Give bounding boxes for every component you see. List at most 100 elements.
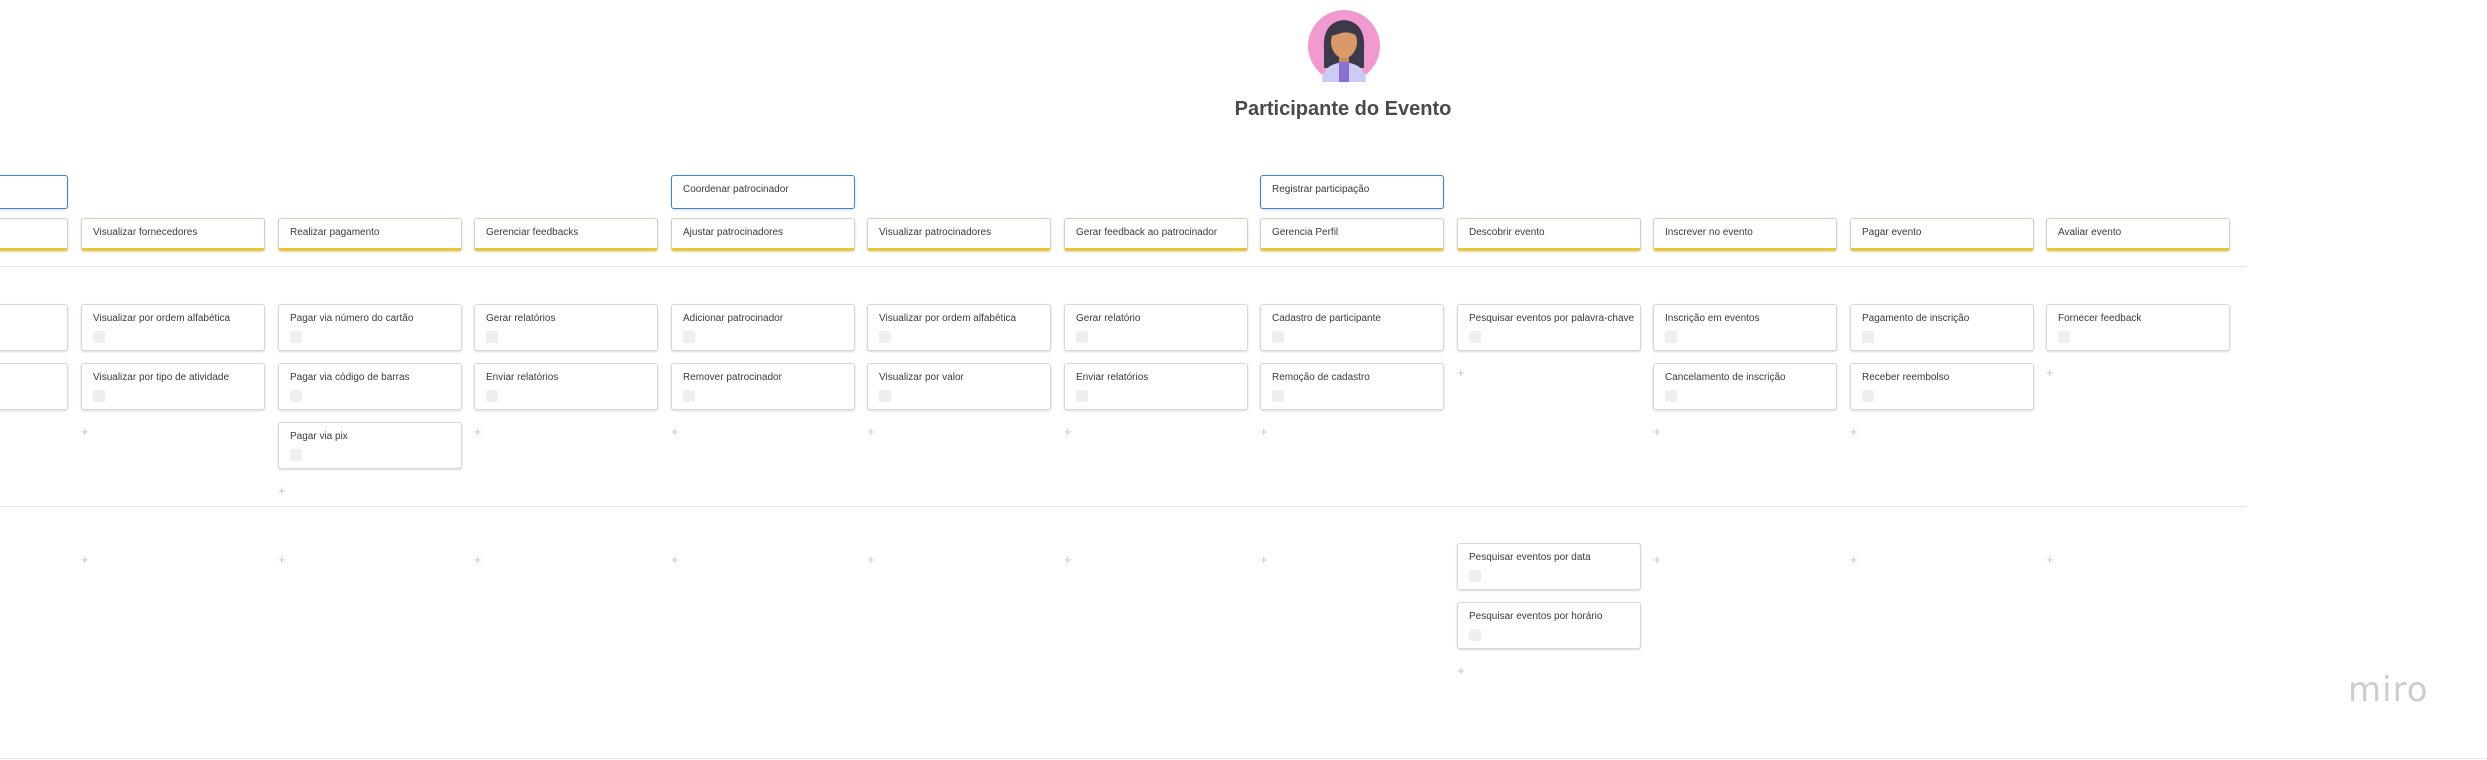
task-card[interactable]: Gerar relatórios [474, 304, 658, 351]
checkbox[interactable] [93, 390, 105, 402]
checkbox[interactable] [1469, 331, 1481, 343]
checkbox[interactable] [486, 331, 498, 343]
add-card-icon[interactable]: + [1850, 553, 1858, 566]
checkbox[interactable] [1862, 390, 1874, 402]
step-card[interactable] [0, 218, 68, 251]
step-card[interactable]: Gerencia Perfil [1260, 218, 1444, 251]
add-card-icon[interactable]: + [1850, 425, 1858, 438]
step-label: Pagar evento [1862, 227, 1922, 238]
task-card[interactable]: Pesquisar eventos por data [1457, 543, 1641, 590]
step-label: Ajustar patrocinadores [683, 227, 784, 238]
task-card[interactable]: Pagamento de inscrição [1850, 304, 2034, 351]
task-label: Pesquisar eventos por horário [1469, 611, 1603, 622]
task-card[interactable]: Pesquisar eventos por palavra-chave [1457, 304, 1641, 351]
activity-label: Coordenar patrocinador [683, 184, 789, 195]
checkbox[interactable] [290, 449, 302, 461]
checkbox[interactable] [683, 390, 695, 402]
task-card[interactable]: Adicionar patrocinador [671, 304, 855, 351]
add-card-icon[interactable]: + [1457, 664, 1465, 677]
add-card-icon[interactable]: + [1653, 553, 1661, 566]
task-card[interactable]: Remoção de cadastro [1260, 363, 1444, 410]
add-card-icon[interactable]: + [671, 553, 679, 566]
step-label: Avaliar evento [2058, 227, 2122, 238]
task-card[interactable]: Pesquisar eventos por horário [1457, 602, 1641, 649]
checkbox[interactable] [2058, 331, 2070, 343]
add-card-icon[interactable]: + [1064, 425, 1072, 438]
add-card-icon[interactable]: + [278, 553, 286, 566]
task-card[interactable]: Pagar via código de barras [278, 363, 462, 410]
add-card-icon[interactable]: + [1457, 366, 1465, 379]
task-card[interactable]: Enviar relatórios [1064, 363, 1248, 410]
checkbox[interactable] [1469, 570, 1481, 582]
add-card-icon[interactable]: + [2046, 366, 2054, 379]
task-label: Visualizar por ordem alfabética [879, 313, 1017, 324]
task-card[interactable]: Inscrição em eventos [1653, 304, 1837, 351]
task-label: Inscrição em eventos [1665, 313, 1760, 324]
step-card[interactable]: Ajustar patrocinadores [671, 218, 855, 251]
task-label: Pesquisar eventos por data [1469, 552, 1591, 563]
task-card[interactable] [0, 304, 68, 351]
step-card[interactable]: Gerenciar feedbacks [474, 218, 658, 251]
activity-card[interactable] [0, 175, 68, 209]
checkbox[interactable] [879, 390, 891, 402]
checkbox[interactable] [1665, 390, 1677, 402]
checkbox[interactable] [93, 331, 105, 343]
checkbox[interactable] [290, 390, 302, 402]
checkbox[interactable] [486, 390, 498, 402]
step-card[interactable]: Realizar pagamento [278, 218, 462, 251]
add-card-icon[interactable]: + [867, 425, 875, 438]
task-card[interactable]: Pagar via pix [278, 422, 462, 469]
activity-card[interactable]: Registrar participação [1260, 175, 1444, 209]
task-label: Pagar via pix [290, 431, 348, 442]
step-card[interactable]: Visualizar patrocinadores [867, 218, 1051, 251]
checkbox[interactable] [1076, 331, 1088, 343]
checkbox[interactable] [683, 331, 695, 343]
step-card[interactable]: Descobrir evento [1457, 218, 1641, 251]
add-card-icon[interactable]: + [1260, 425, 1268, 438]
add-card-icon[interactable]: + [1653, 425, 1661, 438]
add-card-icon[interactable]: + [2046, 553, 2054, 566]
checkbox[interactable] [290, 331, 302, 343]
task-card[interactable]: Receber reembolso [1850, 363, 2034, 410]
checkbox[interactable] [1272, 390, 1284, 402]
task-card[interactable]: Visualizar por ordem alfabética [867, 304, 1051, 351]
task-card[interactable]: Pagar via número do cartão [278, 304, 462, 351]
add-card-icon[interactable]: + [81, 425, 89, 438]
task-card[interactable]: Visualizar por valor [867, 363, 1051, 410]
add-card-icon[interactable]: + [1064, 553, 1072, 566]
add-card-icon[interactable]: + [1260, 553, 1268, 566]
step-card[interactable]: Inscrever no evento [1653, 218, 1837, 251]
add-card-icon[interactable]: + [474, 425, 482, 438]
task-card[interactable]: Visualizar por tipo de atividade [81, 363, 265, 410]
add-card-icon[interactable]: + [867, 553, 875, 566]
task-card[interactable]: Cadastro de participante [1260, 304, 1444, 351]
step-card[interactable]: Visualizar fornecedores [81, 218, 265, 251]
add-card-icon[interactable]: + [671, 425, 679, 438]
task-label: Enviar relatórios [486, 372, 559, 383]
add-card-icon[interactable]: + [278, 484, 286, 497]
checkbox[interactable] [1862, 331, 1874, 343]
task-card[interactable]: Visualizar por ordem alfabética [81, 304, 265, 351]
checkbox[interactable] [1665, 331, 1677, 343]
task-card[interactable] [0, 363, 68, 410]
checkbox[interactable] [879, 331, 891, 343]
divider-bottom [0, 758, 2487, 759]
checkbox[interactable] [1469, 629, 1481, 641]
add-card-icon[interactable]: + [81, 553, 89, 566]
task-card[interactable]: Gerar relatório [1064, 304, 1248, 351]
step-label: Gerar feedback ao patrocinador [1076, 227, 1218, 238]
persona-title: Participante do Evento [1234, 98, 1452, 120]
checkbox[interactable] [1076, 390, 1088, 402]
step-card[interactable]: Pagar evento [1850, 218, 2034, 251]
checkbox[interactable] [1272, 331, 1284, 343]
task-card[interactable]: Cancelamento de inscrição [1653, 363, 1837, 410]
activity-card[interactable]: Coordenar patrocinador [671, 175, 855, 209]
task-label: Receber reembolso [1862, 372, 1950, 383]
step-card[interactable]: Gerar feedback ao patrocinador [1064, 218, 1248, 251]
task-card[interactable]: Remover patrocinador [671, 363, 855, 410]
task-label: Visualizar por ordem alfabética [93, 313, 231, 324]
task-card[interactable]: Enviar relatórios [474, 363, 658, 410]
task-card[interactable]: Fornecer feedback [2046, 304, 2230, 351]
add-card-icon[interactable]: + [474, 553, 482, 566]
step-card[interactable]: Avaliar evento [2046, 218, 2230, 251]
